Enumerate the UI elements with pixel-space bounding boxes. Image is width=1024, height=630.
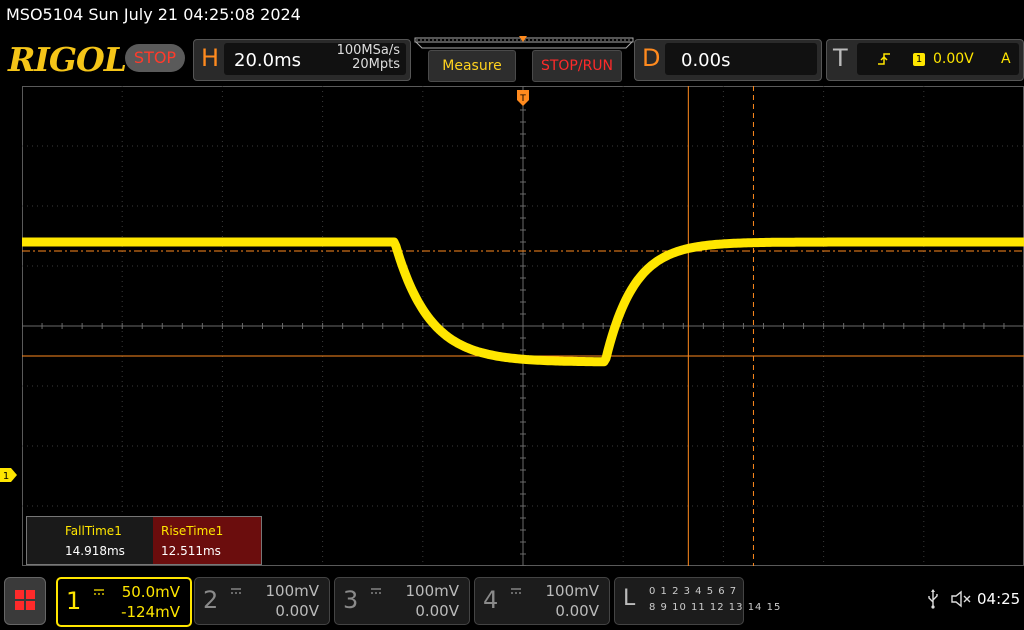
logic-channels-row-1: 0 1 2 3 4 5 6 7	[649, 586, 738, 597]
dc-coupling-icon	[371, 588, 381, 594]
horizontal-readout: 20.0ms 100MSa/s 20Mpts	[224, 43, 406, 75]
delay-value: 0.00s	[681, 50, 731, 71]
channel-1-button[interactable]: 1 50.0mV -124mV	[56, 577, 192, 627]
measurement-value: 14.918ms	[65, 544, 125, 558]
trigger-marker-letter: T	[519, 94, 526, 104]
delay-panel[interactable]: D 0.00s	[634, 39, 822, 81]
graticule	[22, 86, 1024, 566]
timebase-value: 20.0ms	[234, 50, 301, 71]
measure-button[interactable]: Measure	[428, 50, 516, 82]
channel-offset: 0.00V	[555, 602, 599, 620]
measurement-results[interactable]: FallTime1 14.918ms RiseTime1 12.511ms	[26, 516, 262, 565]
measurement-label: FallTime1	[65, 524, 122, 538]
channel-scale: 100mV	[405, 582, 459, 600]
usb-icon	[928, 589, 938, 609]
channel-3-button[interactable]: 3 100mV 0.00V	[334, 577, 470, 625]
dc-coupling-icon	[94, 589, 104, 595]
measurement-label: RiseTime1	[161, 524, 224, 538]
rising-edge-icon	[878, 53, 890, 65]
logic-analyzer-button[interactable]: L 0 1 2 3 4 5 6 7 8 9 10 11 12 13 14 15	[614, 577, 780, 625]
delay-readout: 0.00s	[665, 43, 817, 75]
channel-offset: -124mV	[121, 603, 180, 621]
measurement-rise-time: RiseTime1 12.511ms	[153, 517, 261, 564]
dc-coupling-icon	[231, 588, 241, 594]
channel-offset: 0.00V	[415, 602, 459, 620]
logic-channels-row-2: 8 9 10 11 12 13 14 15	[649, 602, 782, 613]
logic-letter: L	[623, 586, 636, 611]
measurement-value: 12.511ms	[161, 544, 221, 558]
delay-letter: D	[642, 44, 661, 72]
channel-offset: 0.00V	[275, 602, 319, 620]
channel-4-button[interactable]: 4 100mV 0.00V	[474, 577, 610, 625]
trigger-mode: A	[1001, 51, 1011, 67]
channel-scale: 100mV	[545, 582, 599, 600]
channel-2-button[interactable]: 2 100mV 0.00V	[194, 577, 330, 625]
horizontal-letter: H	[201, 44, 220, 72]
system-clock: 04:25	[977, 590, 1021, 608]
stop-run-button[interactable]: STOP/RUN	[532, 50, 622, 82]
trigger-source-badge: 1	[913, 53, 925, 66]
sample-rate-block: 100MSa/s 20Mpts	[310, 44, 400, 72]
trigger-readout: 1 0.00V A	[857, 43, 1019, 75]
memory-depth: 20Mpts	[352, 57, 400, 72]
dc-coupling-icon	[511, 588, 521, 594]
trigger-panel[interactable]: T 1 0.00V A	[826, 39, 1024, 81]
speaker-muted-icon[interactable]	[950, 590, 972, 608]
channel-number: 2	[203, 586, 219, 614]
main-menu-button[interactable]	[4, 577, 46, 625]
channel-scale: 50.0mV	[121, 583, 180, 601]
sample-rate: 100MSa/s	[336, 43, 400, 58]
channel-1-offset-marker[interactable]: 1	[0, 467, 18, 483]
title-bar: MSO5104 Sun July 21 04:25:08 2024	[0, 0, 1024, 34]
trigger-letter: T	[833, 44, 848, 72]
run-state-badge[interactable]: STOP	[125, 44, 185, 72]
rigol-logo: RIGOL	[8, 40, 127, 79]
channel-number: 4	[483, 586, 499, 614]
instrument-title: MSO5104 Sun July 21 04:25:08 2024	[6, 5, 301, 24]
trigger-level: 0.00V	[933, 51, 974, 67]
channel-number: 3	[343, 586, 359, 614]
memory-position-bar	[414, 36, 634, 49]
grid-menu-icon	[15, 590, 35, 610]
horizontal-panel[interactable]: H 20.0ms 100MSa/s 20Mpts	[193, 39, 411, 81]
svg-text:1: 1	[3, 471, 9, 482]
measurement-fall-time: FallTime1 14.918ms	[57, 517, 153, 564]
waveform-display[interactable]: T	[22, 86, 1024, 566]
channel-number: 1	[66, 587, 82, 615]
channel-scale: 100mV	[265, 582, 319, 600]
